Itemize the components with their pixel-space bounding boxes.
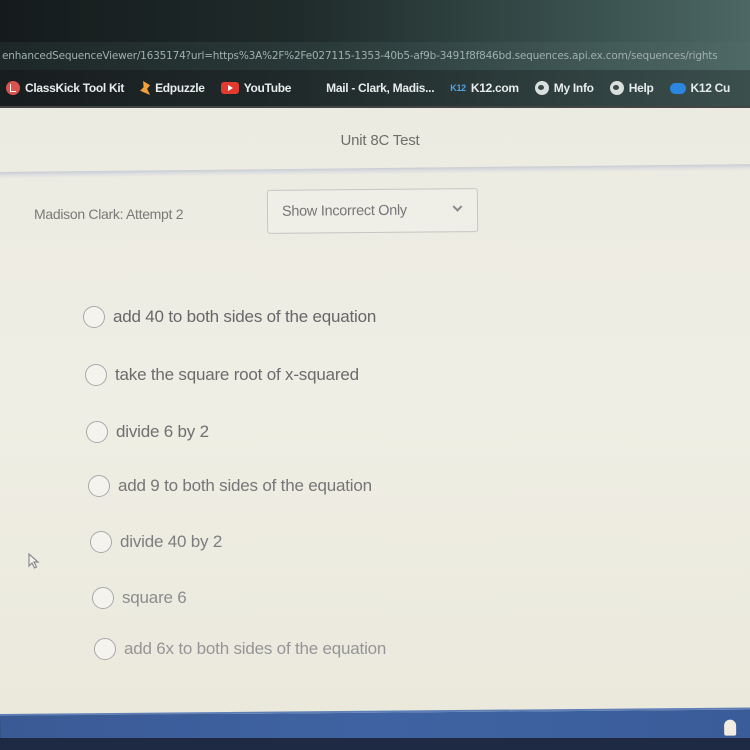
bookmark-classkick[interactable]: ClassKick Tool Kit (6, 81, 124, 95)
radio-button[interactable] (86, 421, 108, 443)
bookmark-k12[interactable]: K12 K12.com (450, 81, 519, 95)
screen: enhancedSequenceViewer/1635174?url=https… (0, 0, 750, 750)
radio-button[interactable] (92, 587, 114, 609)
answer-option[interactable]: divide 6 by 2 (86, 421, 209, 443)
option-label: divide 6 by 2 (116, 422, 209, 441)
globe-icon (534, 81, 549, 95)
screen-bezel-bottom (0, 738, 750, 750)
bookmarks-bar: ClassKick Tool Kit Edpuzzle YouTube Mail… (0, 70, 750, 108)
bookmark-label: Edpuzzle (155, 81, 205, 95)
answer-option[interactable]: square 6 (92, 587, 187, 609)
url-text[interactable]: enhancedSequenceViewer/1635174?url=https… (2, 50, 718, 62)
answer-options: add 40 to both sides of the equation tak… (0, 108, 750, 714)
address-bar[interactable]: enhancedSequenceViewer/1635174?url=https… (0, 42, 750, 70)
radio-button[interactable] (94, 638, 116, 660)
bookmark-label: YouTube (243, 81, 292, 95)
notification-icon[interactable] (724, 719, 737, 736)
option-label: add 40 to both sides of the equation (113, 307, 377, 326)
answer-option[interactable]: add 6x to both sides of the equation (94, 638, 386, 660)
bookmark-youtube[interactable]: YouTube (220, 81, 292, 95)
microsoft-icon (307, 81, 321, 95)
mouse-cursor-icon (28, 553, 40, 569)
edpuzzle-icon (140, 81, 151, 95)
option-label: square 6 (122, 588, 187, 607)
bookmark-label: My Info (553, 81, 594, 95)
radio-button[interactable] (90, 531, 112, 553)
classkick-icon (6, 81, 20, 95)
globe-icon (609, 81, 624, 95)
radio-button[interactable] (83, 306, 105, 328)
browser-tab-strip (0, 0, 750, 42)
bookmark-label: Help (628, 81, 654, 95)
bookmark-label: K12 Cu (690, 81, 731, 95)
bookmark-label: ClassKick Tool Kit (25, 81, 125, 95)
option-label: add 6x to both sides of the equation (124, 639, 387, 658)
answer-option[interactable]: add 40 to both sides of the equation (83, 306, 376, 328)
youtube-icon (220, 82, 239, 94)
bookmark-k12-cu[interactable]: K12 Cu (669, 81, 731, 95)
answer-option[interactable]: take the square root of x-squared (85, 364, 359, 386)
bookmark-my-info[interactable]: My Info (534, 81, 594, 95)
bookmark-mail[interactable]: Mail - Clark, Madis... (307, 81, 434, 95)
bookmark-label: Mail - Clark, Madis... (326, 81, 435, 95)
bookmark-edpuzzle[interactable]: Edpuzzle (140, 81, 205, 95)
bookmark-label: K12.com (470, 81, 519, 95)
answer-option[interactable]: add 9 to both sides of the equation (88, 475, 372, 497)
radio-button[interactable] (88, 475, 110, 497)
bookmark-help[interactable]: Help (609, 81, 654, 95)
option-label: add 9 to both sides of the equation (118, 476, 372, 495)
option-label: divide 40 by 2 (120, 532, 223, 551)
radio-button[interactable] (85, 364, 107, 386)
test-review-page: Unit 8C Test Madison Clark: Attempt 2 Sh… (0, 108, 750, 714)
answer-option[interactable]: divide 40 by 2 (90, 531, 222, 553)
option-label: take the square root of x-squared (115, 365, 359, 384)
k12-icon: K12 (450, 83, 466, 93)
cloud-icon (669, 82, 686, 94)
